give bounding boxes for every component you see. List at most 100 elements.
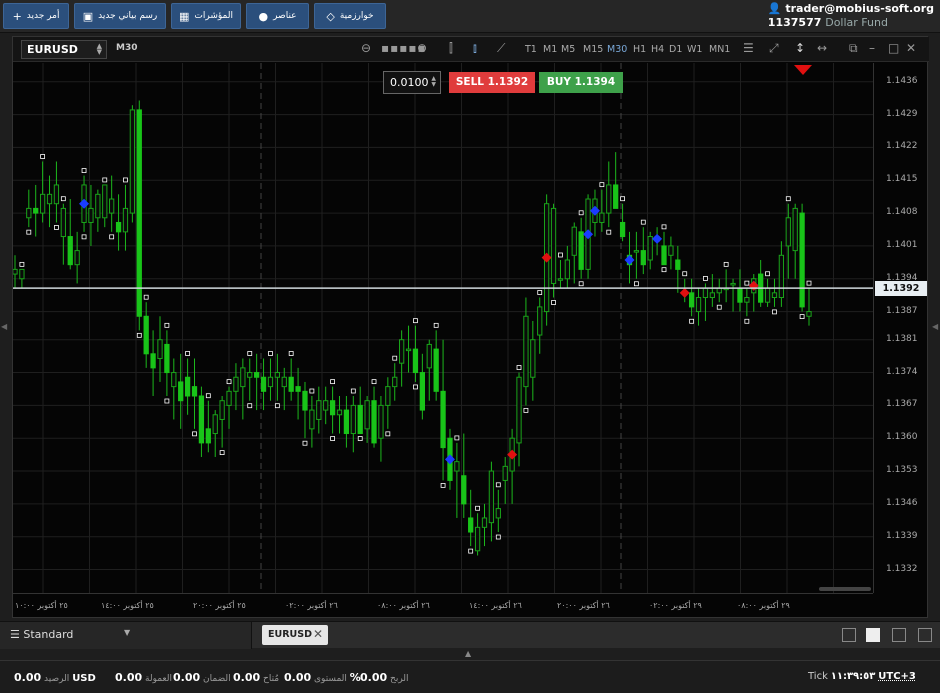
timeframe-h4[interactable]: H4 (651, 44, 664, 55)
chart-scrollbar[interactable] (819, 587, 871, 591)
fractal-up-marker (578, 210, 584, 216)
candle-body (247, 372, 253, 378)
account-fund: Dollar Fund (825, 16, 888, 29)
algorithms-label: خوارزمية (339, 11, 374, 21)
indicators-button[interactable]: المؤشرات ▦ (171, 3, 241, 29)
layout-vertical-icon[interactable] (892, 628, 906, 642)
new-order-button[interactable]: أمر جديد + (3, 3, 69, 29)
elements-button[interactable]: عناصر ● (246, 3, 309, 29)
candle-body (647, 236, 653, 261)
close-tab-icon[interactable]: ✕ (313, 627, 323, 641)
candle-body (19, 268, 25, 280)
detach-icon[interactable]: ⧉ (849, 41, 858, 56)
fractal-down-marker (109, 234, 115, 240)
account-info[interactable]: 👤 trader@mobius-soft.org 1137577 Dollar … (768, 2, 934, 30)
spinner-icon[interactable]: ▲ ▼ (431, 76, 436, 88)
bar-chart-icon[interactable]: ⫿ (449, 41, 453, 56)
zoom-in-icon[interactable]: ⊕ (417, 41, 427, 55)
candle-body (350, 404, 356, 435)
layout-grid-icon[interactable] (866, 628, 880, 642)
chart-icon: ▣ (82, 9, 94, 23)
time-tick: ٢٩ أكتوبر ٠٢:٠٠ (649, 601, 702, 610)
time-tick: ٢٦ أكتوبر ١٤:٠٠ (469, 601, 522, 610)
profit-field: 0.00 الربح (360, 671, 409, 684)
vertical-line-icon[interactable]: ↕ (795, 41, 805, 55)
spinner-icon: ▲ ▼ (96, 42, 102, 56)
timeframe-h1[interactable]: H1 (633, 44, 646, 55)
buy-button[interactable]: BUY 1.1394 (539, 72, 623, 93)
right-panel-toggle[interactable]: ◀ (932, 322, 938, 331)
chart-tab[interactable]: EURUSD ✕ (262, 625, 328, 645)
candle-body (343, 409, 350, 435)
timeframe-m5[interactable]: M5 (561, 44, 575, 55)
candle-body (136, 109, 142, 317)
template-label: Standard (23, 628, 74, 641)
candle-body (212, 414, 218, 435)
candle-body (785, 217, 791, 247)
sell-price: 1.1392 (487, 76, 529, 88)
timeframe-m15[interactable]: M15 (583, 44, 603, 55)
timeframe-mn1[interactable]: MN1 (709, 44, 730, 55)
candle-body (488, 470, 495, 524)
candle-body (288, 376, 294, 392)
candle-body (695, 297, 702, 313)
sell-button[interactable]: SELL 1.1392 (449, 72, 535, 93)
candle-body (399, 339, 405, 364)
trend-line-icon[interactable]: ⤢ (769, 41, 779, 56)
price-chart[interactable] (13, 63, 873, 593)
candle-body (481, 517, 488, 528)
fractal-up-marker (205, 393, 211, 399)
timeframe-d1[interactable]: D1 (669, 44, 682, 55)
candle-body (102, 184, 108, 219)
horizontal-lines-icon[interactable]: ☰ (743, 41, 754, 55)
timeframe-m30[interactable]: M30 (607, 44, 627, 55)
fractal-up-marker (40, 154, 46, 159)
timezone-select[interactable]: UTC+3 (878, 671, 916, 682)
candle-body (26, 207, 32, 219)
left-panel-toggle[interactable]: ◀ (1, 322, 7, 331)
candle-body (619, 221, 626, 238)
symbol-select[interactable]: EURUSD ▲ ▼ (21, 40, 107, 59)
time-tick: ٢٥ أكتوبر ١٠:٠٠ (15, 601, 68, 610)
line-chart-icon[interactable]: ⟋ (497, 41, 505, 56)
layout-horizontal-icon[interactable] (918, 628, 932, 642)
candle-body (267, 376, 274, 388)
buy-signal-marker (79, 198, 90, 209)
server-time: ١١:٣٩:٥٣ (830, 671, 876, 682)
fractal-down-marker (274, 403, 280, 409)
candle-body (792, 207, 798, 252)
horizontal-line-icon[interactable]: ↔ (817, 41, 827, 55)
current-price-label: 1.1392 (875, 281, 927, 297)
free-margin-field: 0.00 مُتاح (233, 671, 279, 684)
collapse-panel-icon[interactable]: ▲ (465, 649, 471, 658)
lot-size-input[interactable]: 0.0100 ▲ ▼ (383, 71, 441, 94)
algorithms-button[interactable]: خوارزمية ◇ (314, 3, 386, 29)
fractal-down-marker (799, 314, 805, 319)
timeframe-w1[interactable]: W1 (687, 44, 702, 55)
margin-label: الضمان (203, 674, 231, 684)
time-axis: ٢٥ أكتوبر ١٠:٠٠ ٢٥ أكتوبر ١٤:٠٠ ٢٥ أكتوبر … (13, 593, 873, 618)
zoom-out-icon[interactable]: ⊖ (361, 41, 371, 55)
maximize-icon[interactable]: □ (888, 41, 899, 55)
candle-body (233, 376, 239, 392)
template-select[interactable]: ☰ Standard ▼ (0, 622, 252, 649)
balance-label: الرصيد (44, 674, 70, 684)
fractal-down-marker (136, 332, 142, 338)
candle-body (274, 372, 281, 378)
candle-body (164, 343, 170, 374)
new-chart-button[interactable]: رسم بياني جديد ▣ (74, 3, 166, 29)
close-icon[interactable]: ✕ (906, 41, 916, 55)
candle-chart-icon[interactable]: ⫾ (473, 41, 477, 56)
fractal-down-marker (219, 450, 225, 456)
candle-body (550, 207, 557, 284)
candle-body (205, 428, 211, 444)
candle-body (385, 386, 391, 406)
timeframe-t1[interactable]: T1 (525, 44, 537, 55)
minimize-icon[interactable]: – (869, 41, 875, 55)
fractal-up-marker (682, 271, 688, 277)
timeframe-m1[interactable]: M1 (543, 44, 557, 55)
layout-single-icon[interactable] (842, 628, 856, 642)
candle-body (184, 376, 191, 397)
candle-body (240, 367, 246, 388)
fractal-up-marker (164, 322, 170, 328)
